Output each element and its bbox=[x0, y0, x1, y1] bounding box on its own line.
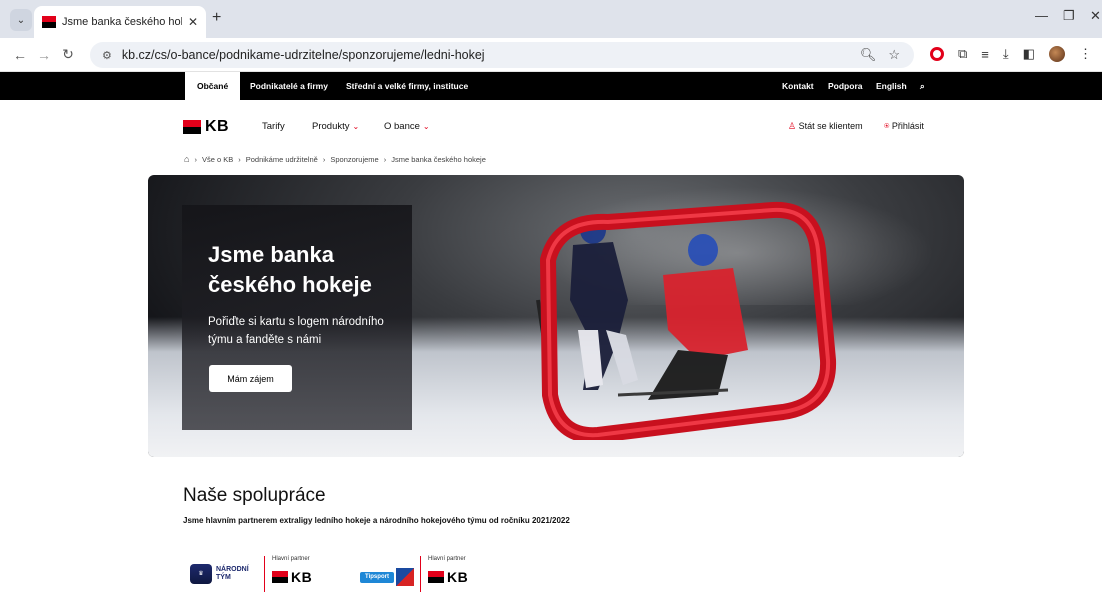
hockey-players-image bbox=[478, 190, 858, 445]
partner-logos: ♛ NÁRODNÍ TÝM Hlavní partner KB Tipsport… bbox=[190, 556, 510, 592]
reading-list-icon[interactable]: ≡ bbox=[981, 47, 989, 62]
home-icon[interactable]: ⌂ bbox=[184, 154, 189, 164]
segment-podnikatele[interactable]: Podnikatelé a firmy bbox=[250, 72, 328, 100]
nav-o-bance-label: O bance bbox=[384, 121, 420, 132]
become-client-link[interactable]: ♙ Stát se klientem bbox=[788, 121, 863, 132]
national-team-logo: ♛ NÁRODNÍ TÝM bbox=[190, 564, 249, 584]
tab-title: Jsme banka českého hokeje | K bbox=[62, 16, 182, 28]
bookmark-star-icon[interactable]: ☆ bbox=[888, 47, 900, 63]
download-icon[interactable]: ⤓ bbox=[1003, 46, 1009, 62]
user-icon: ♙ bbox=[788, 121, 797, 131]
section-description: Jsme hlavním partnerem extraligy ledního… bbox=[183, 516, 570, 525]
browser-tab[interactable]: Jsme banka českého hokeje | K ✕ bbox=[34, 6, 206, 38]
restore-icon[interactable]: ❐ bbox=[1063, 8, 1075, 24]
segment-bar: Občané Podnikatelé a firmy Střední a vel… bbox=[0, 72, 1102, 100]
kb-partner-logo: KB bbox=[272, 569, 312, 585]
kb-flag-icon bbox=[272, 571, 288, 583]
browser-tabbar: ⌄ Jsme banka českého hokeje | K ✕ + — ❐ … bbox=[0, 0, 1102, 38]
kb-flag-icon bbox=[428, 571, 444, 583]
main-partner-label: Hlavní partner bbox=[428, 556, 466, 562]
reload-icon[interactable]: ↻ bbox=[56, 46, 80, 63]
segment-obcane[interactable]: Občané bbox=[185, 72, 241, 100]
national-team-text: NÁRODNÍ TÝM bbox=[216, 566, 249, 582]
breadcrumb-item[interactable]: Podnikáme udržitelně bbox=[246, 155, 318, 164]
tab-search-icon[interactable]: ⌄ bbox=[10, 9, 32, 31]
become-client-label: Stát se klientem bbox=[798, 121, 863, 131]
nt-line1: NÁRODNÍ bbox=[216, 566, 249, 573]
url-field[interactable]: ⚙ kb.cz/cs/o-bance/podnikame-udrzitelne/… bbox=[90, 42, 914, 68]
forward-icon[interactable]: → bbox=[32, 47, 56, 63]
tipsport-logo: Tipsport bbox=[360, 572, 394, 583]
main-partner-label: Hlavní partner bbox=[272, 556, 310, 562]
nav-produkty[interactable]: Produkty ⌄ bbox=[312, 121, 359, 132]
minimize-icon[interactable]: — bbox=[1035, 8, 1048, 23]
login-link[interactable]: ⍟ Přihlásit bbox=[884, 121, 924, 132]
side-panel-icon[interactable]: ◧ bbox=[1023, 46, 1035, 62]
site-info-icon[interactable]: ⚙ bbox=[102, 49, 112, 62]
nav-tarify[interactable]: Tarify bbox=[262, 121, 285, 132]
section-title: Naše spolupráce bbox=[183, 485, 326, 506]
search-icon[interactable]: ⌕ bbox=[920, 72, 925, 100]
zoom-icon[interactable]: 🔍︎ bbox=[860, 47, 877, 63]
extraliga-flag-icon bbox=[396, 568, 414, 586]
segment-velke-firmy[interactable]: Střední a velké firmy, instituce bbox=[346, 72, 468, 100]
new-tab-icon[interactable]: + bbox=[212, 9, 221, 27]
contact-link[interactable]: Kontakt bbox=[782, 72, 814, 100]
chevron-down-icon: ⌄ bbox=[422, 122, 430, 131]
kb-favicon-icon bbox=[42, 16, 56, 28]
opera-extension-icon[interactable] bbox=[930, 47, 944, 61]
url-text: kb.cz/cs/o-bance/podnikame-udrzitelne/sp… bbox=[121, 48, 485, 62]
nav-o-bance[interactable]: O bance ⌄ bbox=[384, 121, 430, 132]
breadcrumb-current: Jsme banka českého hokeje bbox=[391, 154, 486, 164]
profile-avatar[interactable] bbox=[1048, 46, 1065, 62]
breadcrumb-separator: › bbox=[194, 154, 197, 164]
lock-icon: ⍟ bbox=[884, 121, 890, 131]
breadcrumb: ⌂ › Vše o KB › Podnikáme udržitelně › Sp… bbox=[184, 154, 486, 164]
support-link[interactable]: Podpora bbox=[828, 72, 862, 100]
divider bbox=[264, 556, 265, 592]
breadcrumb-item[interactable]: Vše o KB bbox=[202, 155, 233, 164]
kb-logo[interactable]: KB bbox=[183, 118, 229, 136]
breadcrumb-separator: › bbox=[322, 154, 326, 164]
chevron-down-icon: ⌄ bbox=[352, 122, 360, 131]
menu-icon[interactable]: ⋮ bbox=[1079, 46, 1092, 62]
interest-button[interactable]: Mám zájem bbox=[209, 365, 292, 392]
kb-partner-text: KB bbox=[447, 569, 469, 585]
breadcrumb-separator: › bbox=[238, 154, 241, 164]
hero-subtitle: Pořiďte si kartu s logem národního týmu … bbox=[208, 316, 384, 346]
lion-emblem-icon: ♛ bbox=[190, 564, 212, 584]
nt-line2: TÝM bbox=[216, 574, 231, 581]
address-bar-row: ← → ↻ ⚙ kb.cz/cs/o-bance/podnikame-udrzi… bbox=[0, 38, 1102, 72]
close-window-icon[interactable]: ✕ bbox=[1090, 8, 1101, 24]
logo-text: KB bbox=[205, 118, 230, 135]
divider bbox=[420, 556, 421, 592]
back-icon[interactable]: ← bbox=[8, 47, 32, 63]
kb-partner-logo: KB bbox=[428, 569, 468, 585]
hero-title: Jsme banka českého hokeje bbox=[208, 242, 372, 297]
site-header: KB Tarify Produkty ⌄ O bance ⌄ ♙ Stát se k… bbox=[0, 100, 1102, 152]
breadcrumb-item[interactable]: Sponzorujeme bbox=[330, 155, 378, 164]
extensions-icon[interactable]: ⧉ bbox=[958, 46, 967, 62]
login-label: Přihlásit bbox=[891, 121, 924, 131]
nav-produkty-label: Produkty bbox=[312, 121, 350, 132]
english-link[interactable]: English bbox=[876, 72, 907, 100]
breadcrumb-separator: › bbox=[383, 154, 387, 164]
close-tab-icon[interactable]: ✕ bbox=[188, 15, 198, 29]
kb-flag-icon bbox=[183, 120, 201, 134]
kb-partner-text: KB bbox=[291, 569, 313, 585]
